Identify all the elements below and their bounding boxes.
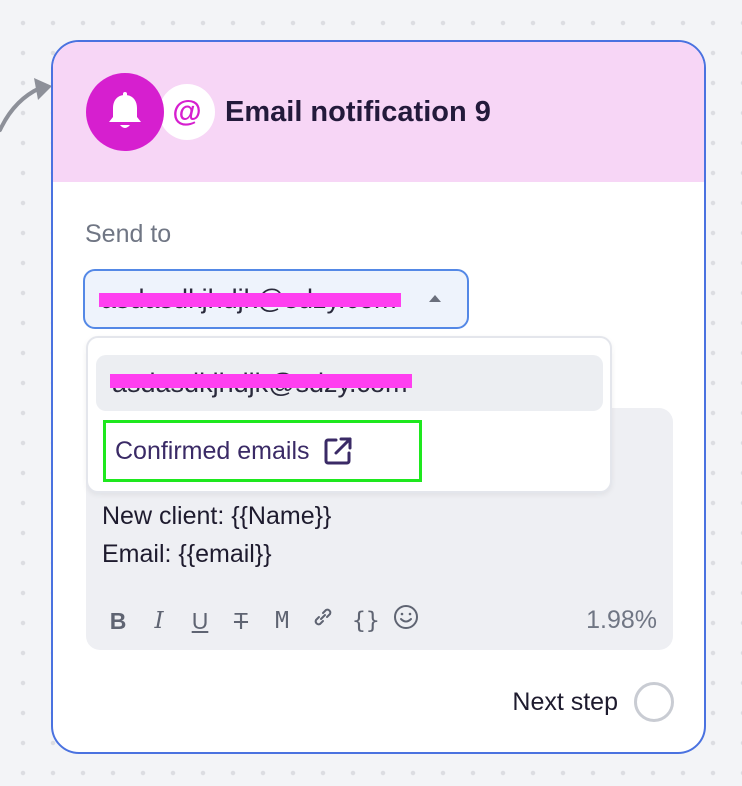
node-header: @ Email notification 9 xyxy=(53,42,704,182)
monospace-icon[interactable]: M xyxy=(270,606,294,636)
bold-icon[interactable]: B xyxy=(106,606,130,636)
format-toolbar: B I U T M {} xyxy=(106,604,418,637)
bell-icon xyxy=(86,73,164,151)
link-icon[interactable] xyxy=(311,605,335,636)
redaction-mark xyxy=(99,292,401,307)
node-title: Email notification 9 xyxy=(225,95,491,128)
next-step-label: Next step xyxy=(512,687,618,716)
next-step-connector[interactable] xyxy=(634,682,674,722)
recipient-option[interactable]: asdasdkjhdjk@sdzy.com xyxy=(96,355,603,411)
message-line: Email: {{email}} xyxy=(102,540,272,568)
send-to-select[interactable]: asdasdkjhdjk@sdzy.com xyxy=(83,269,469,329)
confirmed-emails-link[interactable]: Confirmed emails xyxy=(103,420,422,482)
send-to-label: Send to xyxy=(85,220,172,248)
strikethrough-icon[interactable]: T xyxy=(229,606,253,636)
italic-icon[interactable]: I xyxy=(147,606,171,636)
recipient-option-value: asdasdkjhdjk@sdzy.com xyxy=(110,368,412,399)
char-count: 1.98% xyxy=(586,606,657,634)
caret-up-icon[interactable] xyxy=(429,295,441,302)
emoji-icon[interactable] xyxy=(393,604,418,637)
selected-recipient: asdasdkjhdjk@sdzy.com xyxy=(99,284,401,315)
underline-icon[interactable]: U xyxy=(188,606,212,636)
message-line: New client: {{Name}} xyxy=(102,502,332,530)
variable-icon[interactable]: {} xyxy=(352,606,380,636)
redaction-mark xyxy=(110,373,412,388)
external-link-icon xyxy=(322,435,354,467)
email-notification-node[interactable]: @ Email notification 9 Send to asdasdkjh… xyxy=(51,40,706,754)
at-icon: @ xyxy=(159,84,215,140)
next-step[interactable]: Next step xyxy=(512,682,674,722)
confirmed-emails-label: Confirmed emails xyxy=(115,436,310,465)
recipient-dropdown: asdasdkjhdjk@sdzy.com Confirmed emails xyxy=(86,336,612,493)
